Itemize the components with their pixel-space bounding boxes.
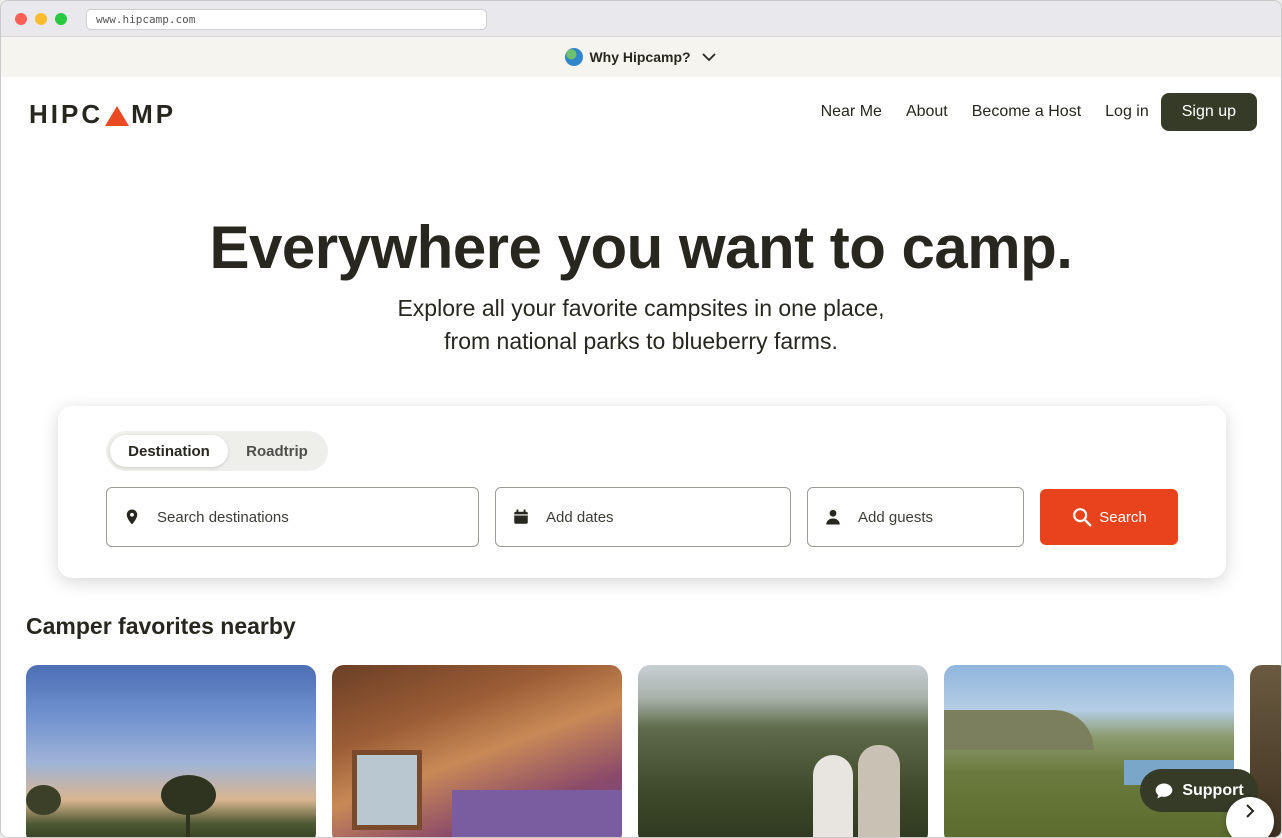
banner-text: Why Hipcamp? bbox=[589, 49, 691, 65]
browser-chrome: www.hipcamp.com bbox=[1, 1, 1281, 37]
main-header: HIPC MP Near Me About Become a Host Log … bbox=[1, 77, 1281, 147]
nav-links: Near Me About Become a Host Log in Sign … bbox=[821, 93, 1257, 131]
nav-about[interactable]: About bbox=[906, 103, 948, 121]
hero-subtitle: Explore all your favorite campsites in o… bbox=[1, 292, 1281, 358]
close-window-button[interactable] bbox=[15, 13, 27, 25]
dates-input[interactable]: Add dates bbox=[495, 487, 791, 547]
nav-become-a-host[interactable]: Become a Host bbox=[972, 103, 1081, 121]
nav-near-me[interactable]: Near Me bbox=[821, 103, 882, 121]
tab-destination[interactable]: Destination bbox=[110, 435, 228, 467]
guests-input[interactable]: Add guests bbox=[807, 487, 1024, 547]
maximize-window-button[interactable] bbox=[55, 13, 67, 25]
search-button-label: Search bbox=[1099, 508, 1147, 526]
destination-input[interactable]: Search destinations bbox=[106, 487, 479, 547]
dates-placeholder: Add dates bbox=[546, 508, 614, 526]
tent-icon bbox=[105, 105, 130, 126]
hero-subtitle-line-2: from national parks to blueberry farms. bbox=[444, 328, 838, 354]
campsite-card[interactable] bbox=[332, 665, 622, 837]
campsite-card[interactable] bbox=[638, 665, 928, 837]
hero: Everywhere you want to camp. Explore all… bbox=[1, 214, 1281, 358]
chevron-down-icon bbox=[701, 53, 716, 62]
search-mode-toggle: Destination Roadtrip bbox=[106, 431, 328, 471]
globe-icon bbox=[565, 48, 584, 66]
calendar-icon bbox=[514, 509, 528, 524]
favorites-section-title: Camper favorites nearby bbox=[26, 613, 296, 639]
guests-placeholder: Add guests bbox=[858, 508, 934, 526]
person-icon bbox=[826, 509, 840, 525]
chevron-right-icon bbox=[1246, 804, 1255, 818]
campsite-card[interactable] bbox=[944, 665, 1234, 837]
search-card: Destination Roadtrip Search destinations… bbox=[58, 406, 1226, 578]
tab-roadtrip[interactable]: Roadtrip bbox=[230, 435, 324, 467]
hero-subtitle-line-1: Explore all your favorite campsites in o… bbox=[397, 295, 885, 321]
destination-placeholder: Search destinations bbox=[157, 508, 289, 526]
hero-title: Everywhere you want to camp. bbox=[209, 214, 1073, 281]
why-hipcamp-banner[interactable]: Why Hipcamp? bbox=[1, 37, 1281, 77]
minimize-window-button[interactable] bbox=[35, 13, 47, 25]
search-icon bbox=[1073, 508, 1092, 527]
campsite-card[interactable] bbox=[26, 665, 316, 837]
nav-log-in[interactable]: Log in bbox=[1105, 103, 1149, 121]
location-pin-icon bbox=[126, 509, 138, 525]
sign-up-button[interactable]: Sign up bbox=[1160, 93, 1257, 131]
chat-bubble-icon bbox=[1155, 783, 1173, 798]
logo-text-right: MP bbox=[131, 99, 177, 129]
search-button[interactable]: Search bbox=[1040, 489, 1178, 545]
address-bar[interactable]: www.hipcamp.com bbox=[86, 9, 487, 30]
support-label: Support bbox=[1182, 781, 1244, 799]
logo-text-left: HIPC bbox=[29, 99, 104, 129]
carousel-next-button[interactable] bbox=[1226, 797, 1274, 837]
hipcamp-logo[interactable]: HIPC MP bbox=[29, 99, 176, 130]
browser-window: www.hipcamp.com Why Hipcamp? HIPC MP Nea… bbox=[0, 0, 1282, 838]
